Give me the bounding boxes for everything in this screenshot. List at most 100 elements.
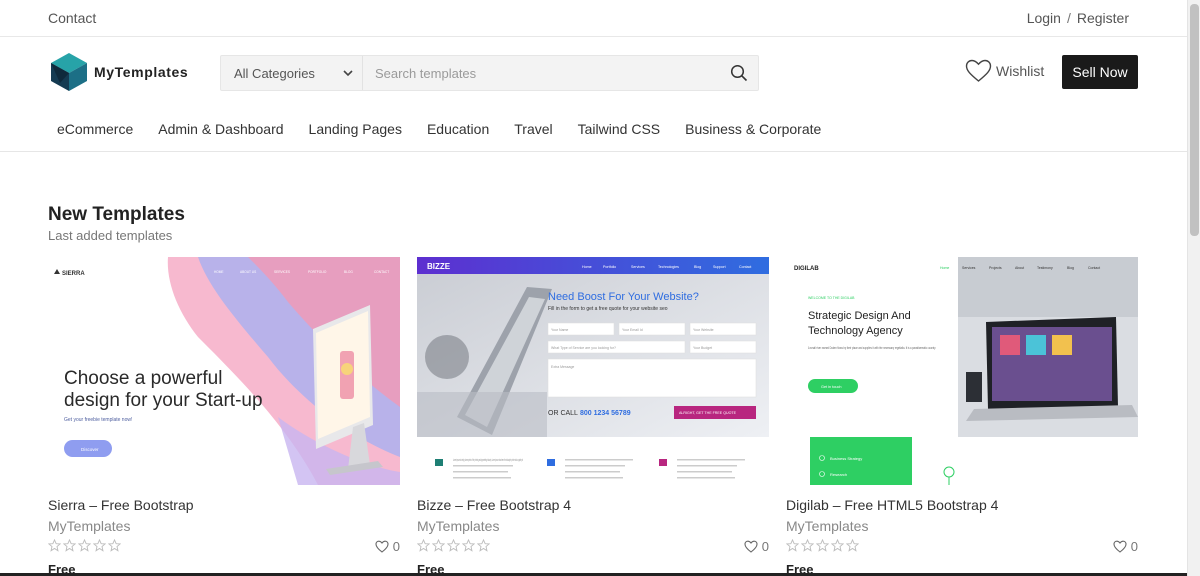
- template-thumbnail[interactable]: DIGILAB Home Services Projects About Tes…: [786, 257, 1138, 485]
- sell-now-button[interactable]: Sell Now: [1062, 55, 1138, 89]
- star-outline-icon: [846, 539, 859, 552]
- like-count: 0: [761, 539, 769, 554]
- preview-description: A small river named Duden flows by their…: [808, 346, 936, 350]
- category-link-ecommerce[interactable]: eCommerce: [57, 121, 133, 137]
- preview-headline: Choose a powerful: [64, 368, 222, 389]
- like-button[interactable]: 0: [375, 539, 400, 554]
- star-outline-icon: [93, 539, 106, 552]
- preview-headline: design for your Start-up: [64, 390, 263, 411]
- rating-stars[interactable]: [48, 539, 123, 552]
- logo-cube-icon: [51, 53, 87, 91]
- preview-nav-item: Services: [631, 265, 645, 269]
- template-title[interactable]: Bizze – Free Bootstrap 4: [417, 497, 571, 513]
- scrollbar-thumb[interactable]: [1190, 4, 1199, 236]
- register-link[interactable]: Register: [1077, 10, 1129, 26]
- preview-nav-item: About: [1015, 266, 1024, 270]
- logo-text: MyTemplates: [94, 64, 189, 80]
- like-count: 0: [1130, 539, 1138, 554]
- template-author[interactable]: MyTemplates: [417, 518, 499, 534]
- preview-headline: Strategic Design And: [808, 310, 911, 322]
- heart-icon: [375, 540, 389, 553]
- preview-field-label: Your Budget: [693, 346, 712, 350]
- preview-field-label: Your Email Id: [622, 328, 643, 332]
- preview-brand: DIGILAB: [794, 266, 819, 272]
- preview-nav-item: BLOG: [344, 270, 353, 274]
- category-link-landing-pages[interactable]: Landing Pages: [309, 121, 402, 137]
- rating-stars[interactable]: [417, 539, 492, 552]
- search-input[interactable]: [364, 56, 714, 90]
- preview-nav-item: Testimony: [1037, 266, 1053, 270]
- preview-call-label: OR CALL: [548, 410, 578, 417]
- like-button[interactable]: 0: [744, 539, 769, 554]
- template-thumbnail[interactable]: SIERRA HOME ABOUT US SERVICES PORTFOLIO …: [48, 257, 400, 485]
- header: MyTemplates All Categories Wishlist Sell…: [0, 37, 1187, 152]
- contact-link[interactable]: Contact: [48, 10, 96, 26]
- preview-brand: SIERRA: [62, 271, 85, 277]
- section-title: New Templates: [48, 204, 185, 225]
- login-link[interactable]: Login: [1027, 10, 1061, 26]
- star-outline-icon: [477, 539, 490, 552]
- category-link-travel[interactable]: Travel: [514, 121, 552, 137]
- top-bar: Contact Login / Register: [0, 0, 1187, 37]
- preview-headline: Technology Agency: [808, 325, 903, 337]
- page: Contact Login / Register MyTemplates All C…: [0, 0, 1187, 576]
- category-link-tailwind-css[interactable]: Tailwind CSS: [578, 121, 660, 137]
- category-link-business-corporate[interactable]: Business & Corporate: [685, 121, 821, 137]
- like-count: 0: [392, 539, 400, 554]
- heart-icon: [744, 540, 758, 553]
- template-author[interactable]: MyTemplates: [786, 518, 868, 534]
- preview-nav-item: Support: [713, 265, 726, 269]
- preview-field-label: Extra Message: [551, 365, 574, 369]
- template-card: BIZZE Home Portfolio Services Technologi…: [417, 257, 769, 576]
- like-button[interactable]: 0: [1113, 539, 1138, 554]
- heart-icon: [965, 59, 992, 82]
- category-select-value: All Categories: [234, 66, 315, 81]
- star-outline-icon: [417, 539, 430, 552]
- template-thumbnail[interactable]: BIZZE Home Portfolio Services Technologi…: [417, 257, 769, 485]
- section-subtitle: Last added templates: [48, 228, 173, 243]
- template-title[interactable]: Sierra – Free Bootstrap: [48, 497, 194, 513]
- template-title[interactable]: Digilab – Free HTML5 Bootstrap 4: [786, 497, 998, 513]
- star-outline-icon: [462, 539, 475, 552]
- rating-stars[interactable]: [786, 539, 861, 552]
- logo[interactable]: MyTemplates: [50, 52, 188, 92]
- preview-nav-item: HOME: [214, 270, 224, 274]
- star-outline-icon: [78, 539, 91, 552]
- star-outline-icon: [48, 539, 61, 552]
- preview-nav-item: CONTACT: [374, 270, 389, 274]
- wishlist-button[interactable]: Wishlist: [965, 59, 1044, 83]
- vertical-scrollbar[interactable]: [1187, 0, 1200, 576]
- sierra-preview-image: SIERRA HOME ABOUT US SERVICES PORTFOLIO …: [48, 257, 400, 485]
- preview-nav-item: Contact: [1088, 266, 1100, 270]
- preview-nav-item: Blog: [694, 265, 701, 269]
- preview-brand: BIZZE: [427, 262, 451, 271]
- search-bar: All Categories: [220, 55, 759, 91]
- star-outline-icon: [801, 539, 814, 552]
- preview-nav-item: Technologies: [658, 265, 679, 269]
- star-outline-icon: [108, 539, 121, 552]
- preview-nav-item: Projects: [989, 266, 1002, 270]
- preview-nav-item: Contact: [739, 265, 751, 269]
- preview-nav-item: Services: [962, 266, 976, 270]
- category-nav: eCommerce Admin & Dashboard Landing Page…: [57, 121, 846, 137]
- bizze-preview-image: BIZZE Home Portfolio Services Technologi…: [417, 257, 769, 485]
- search-icon[interactable]: [730, 64, 748, 82]
- category-link-admin-dashboard[interactable]: Admin & Dashboard: [158, 121, 283, 137]
- preview-phone: 800 1234 56789: [580, 410, 631, 417]
- template-card: SIERRA HOME ABOUT US SERVICES PORTFOLIO …: [48, 257, 400, 576]
- star-outline-icon: [432, 539, 445, 552]
- category-link-education[interactable]: Education: [427, 121, 489, 137]
- preview-nav-item: ABOUT US: [240, 270, 256, 274]
- preview-field-label: Your Website: [693, 328, 714, 332]
- digilab-preview-image: DIGILAB Home Services Projects About Tes…: [786, 257, 1138, 485]
- template-author[interactable]: MyTemplates: [48, 518, 130, 534]
- preview-item: Research: [830, 472, 847, 477]
- category-select[interactable]: All Categories: [221, 56, 363, 90]
- preview-nav-item: SERVICES: [274, 270, 290, 274]
- star-outline-icon: [831, 539, 844, 552]
- preview-blurb: Lorem ipsum is simply dummy text of the …: [453, 458, 523, 462]
- preview-nav-item: Home: [940, 266, 949, 270]
- preview-tagline: Get your freebie template now!: [64, 417, 132, 423]
- preview-button-label: Get in touch: [821, 385, 841, 389]
- star-outline-icon: [786, 539, 799, 552]
